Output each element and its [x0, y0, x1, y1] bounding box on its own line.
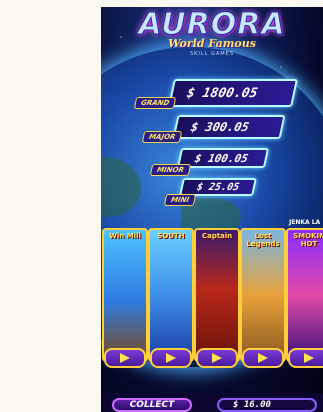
jackpot-major-value: $ 300.05: [172, 115, 286, 139]
jackpot-major-label: MAJOR: [141, 131, 183, 143]
play-button-2[interactable]: [150, 348, 192, 368]
collect-button[interactable]: COLLECT: [112, 398, 192, 412]
game-screen: AURORA World Famous SKILL GAMES $ 1800.0…: [101, 7, 323, 412]
game-title: SOUTH: [157, 232, 185, 240]
game-title: Win Mill: [109, 232, 141, 240]
play-button-1[interactable]: [104, 348, 146, 368]
game-tile-south[interactable]: SOUTH: [148, 228, 194, 362]
game-title: Lost Legends: [246, 232, 280, 248]
game-logo: AURORA World Famous SKILL GAMES: [101, 8, 323, 57]
play-button-5[interactable]: [288, 348, 323, 368]
play-button-4[interactable]: [242, 348, 284, 368]
game-title: Captain: [201, 232, 233, 240]
jackpot-grand-label: GRAND: [133, 97, 177, 109]
jackpot-minor-label: MINOR: [149, 164, 192, 176]
game-tile-smokin-hot[interactable]: SMOKIN HOT: [286, 228, 323, 362]
logo-tagline: SKILL GAMES: [189, 51, 235, 57]
credit-display: $ 16.00: [217, 398, 317, 412]
game-tile-win-mill[interactable]: Win Mill: [102, 228, 148, 362]
corner-label: JENKA LA: [289, 219, 321, 226]
game-tile-lost-legends[interactable]: Lost Legends: [240, 228, 286, 362]
game-title: SMOKIN HOT: [293, 232, 323, 248]
play-button-3[interactable]: [196, 348, 238, 368]
jackpot-grand-value: $ 1800.05: [168, 79, 298, 107]
jackpot-mini-label: MINI: [163, 194, 197, 206]
logo-subtitle: World Famous: [168, 37, 256, 50]
game-tile-captain[interactable]: Captain: [194, 228, 240, 362]
